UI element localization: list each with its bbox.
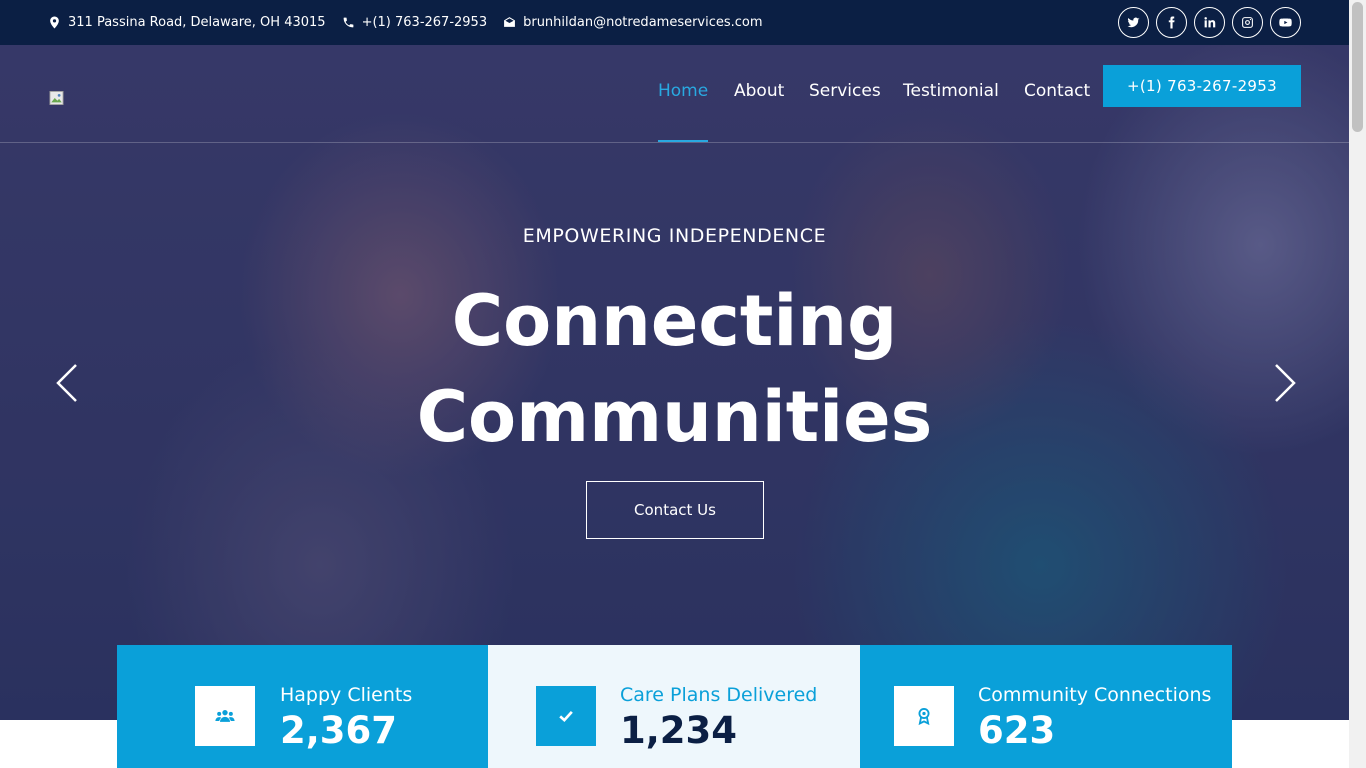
youtube-icon[interactable]	[1270, 7, 1301, 38]
stat-label: Happy Clients	[280, 684, 413, 706]
facebook-icon[interactable]	[1156, 7, 1187, 38]
users-icon	[215, 710, 235, 722]
envelope-icon	[504, 17, 516, 27]
active-underline	[658, 140, 708, 142]
logo-image[interactable]	[49, 91, 64, 105]
nav-home[interactable]: Home	[658, 81, 708, 101]
phone-text[interactable]: +(1) 763-267-2953	[362, 15, 488, 30]
hero-headline: Connecting Communities	[0, 273, 1349, 465]
stat-care-plans: Care Plans Delivered 1,234	[488, 645, 860, 768]
top-info-bar: 311 Passina Road, Delaware, OH 43015 +(1…	[0, 0, 1349, 45]
stat-value: 1,234	[620, 709, 738, 752]
nav-testimonial[interactable]: Testimonial	[903, 81, 999, 101]
check-icon	[559, 710, 573, 723]
phone-info[interactable]: +(1) 763-267-2953	[342, 15, 488, 30]
nav-about[interactable]: About	[734, 81, 784, 101]
hero-kicker: EMPOWERING INDEPENDENCE	[522, 225, 827, 247]
social-links	[1118, 7, 1301, 38]
linkedin-icon[interactable]	[1194, 7, 1225, 38]
stat-happy-clients: Happy Clients 2,367	[117, 645, 488, 768]
chevron-right-icon	[1275, 364, 1296, 402]
prev-slide-arrow[interactable]	[54, 363, 84, 403]
twitter-icon[interactable]	[1118, 7, 1149, 38]
stat-value: 623	[978, 709, 1056, 752]
stat-icon-box	[894, 686, 954, 746]
stat-label: Community Connections	[978, 684, 1212, 706]
location-pin-icon	[50, 16, 59, 29]
scrollbar-thumb[interactable]	[1352, 2, 1363, 132]
stat-icon-box	[536, 686, 596, 746]
stat-value: 2,367	[280, 709, 398, 752]
page-scrollbar[interactable]	[1349, 0, 1366, 768]
nav-services[interactable]: Services	[809, 81, 881, 101]
chevron-left-icon	[56, 364, 77, 402]
call-button[interactable]: +(1) 763-267-2953	[1103, 65, 1301, 107]
nav-contact[interactable]: Contact	[1024, 81, 1090, 101]
phone-icon	[343, 17, 353, 28]
stat-icon-box	[195, 686, 255, 746]
email-text[interactable]: brunhildan@notredameservices.com	[523, 15, 762, 30]
contact-us-button[interactable]: Contact Us	[586, 481, 764, 539]
award-icon	[918, 708, 930, 726]
stat-label: Care Plans Delivered	[620, 684, 818, 706]
stat-community-connections: Community Connections 623	[860, 645, 1232, 768]
hero-slider: Home About Services Testimonial Contact …	[0, 45, 1349, 720]
headline-line-1: Connecting	[451, 280, 898, 362]
instagram-icon[interactable]	[1232, 7, 1263, 38]
address-text: 311 Passina Road, Delaware, OH 43015	[68, 15, 326, 30]
email-info[interactable]: brunhildan@notredameservices.com	[503, 15, 763, 30]
headline-line-2: Communities	[416, 376, 933, 458]
nav-divider	[0, 142, 1349, 143]
address-info: 311 Passina Road, Delaware, OH 43015	[48, 15, 326, 30]
next-slide-arrow[interactable]	[1268, 363, 1298, 403]
